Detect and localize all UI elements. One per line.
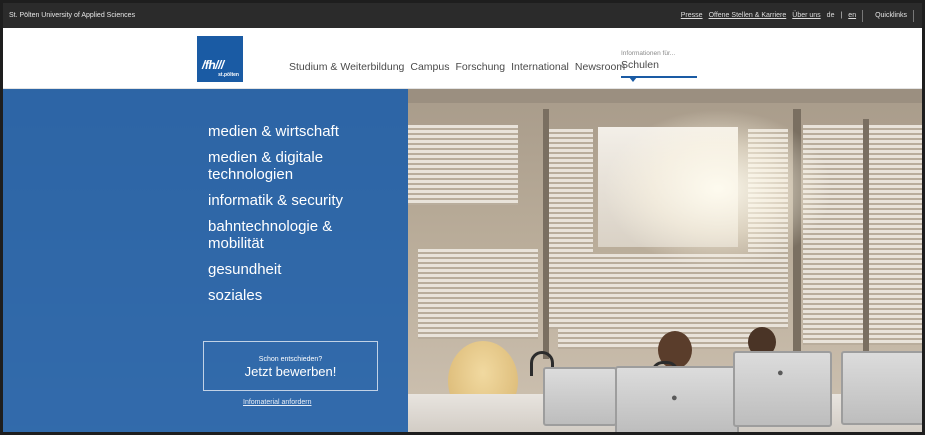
apply-button[interactable]: Schon entschieden? Jetzt bewerben! <box>203 341 378 391</box>
apply-hint: Schon entschieden? <box>258 356 323 363</box>
menu-bahntechnologie-mobilitaet[interactable]: bahntechnologie & mobilität <box>208 218 388 252</box>
lang-de[interactable]: de <box>827 12 835 19</box>
faculty-menu: medien & wirtschaft medien & digitale te… <box>208 123 388 313</box>
menu-gesundheit[interactable]: gesundheit <box>208 261 388 278</box>
divider <box>862 9 864 22</box>
audience-selected[interactable]: Schulen <box>621 59 697 71</box>
menu-informatik-security[interactable]: informatik & security <box>208 192 388 209</box>
computer-monitor: ● <box>615 366 739 432</box>
computer-monitor <box>841 351 922 425</box>
lang-separator: | <box>840 12 843 19</box>
audience-selector[interactable]: Informationen für... Schulen <box>621 50 697 82</box>
nav-international[interactable]: International <box>511 61 569 73</box>
careers-link[interactable]: Offene Stellen & Karriere <box>709 12 787 19</box>
apple-logo-icon: ● <box>671 392 678 404</box>
menu-medien-wirtschaft[interactable]: medien & wirtschaft <box>208 123 388 140</box>
nav-studium[interactable]: Studium & Weiterbildung <box>289 61 404 73</box>
hero-section: ● ● medien & wirtschaft medien & digital… <box>3 89 922 432</box>
utility-links: Presse Offene Stellen & Karriere Über un… <box>681 3 914 28</box>
nav-newsroom[interactable]: Newsroom <box>575 61 625 73</box>
lang-en[interactable]: en <box>848 12 856 19</box>
audience-hint: Informationen für... <box>621 50 676 57</box>
ceiling <box>408 89 922 103</box>
logo-subtext: st.pölten <box>218 72 239 78</box>
window-blinds <box>418 249 538 339</box>
apply-label: Jetzt bewerben! <box>244 364 337 379</box>
computer-monitor: ● <box>733 351 832 427</box>
menu-soziales[interactable]: soziales <box>208 287 388 304</box>
window-frame <box>543 109 549 359</box>
fh-logo[interactable]: /fh/// st.pölten <box>197 36 243 82</box>
nav-campus[interactable]: Campus <box>410 61 449 73</box>
caret-down-icon <box>629 77 637 82</box>
infomaterial-link[interactable]: Infomaterial anfordern <box>243 399 311 406</box>
logo-mark: /fh/// <box>202 58 224 72</box>
main-header: /fh/// st.pölten Studium & Weiterbildung… <box>3 28 922 89</box>
window-frame <box>863 119 869 369</box>
sunlight-glow <box>603 109 833 269</box>
about-link[interactable]: Über uns <box>792 12 820 19</box>
window-blinds <box>408 125 518 205</box>
utility-bar: St. Pölten University of Applied Science… <box>3 3 922 28</box>
computer-monitor <box>543 367 617 426</box>
menu-medien-digitale-technologien[interactable]: medien & digitale technologien <box>208 149 388 183</box>
university-name: St. Pölten University of Applied Science… <box>9 12 136 19</box>
presse-link[interactable]: Presse <box>681 12 703 19</box>
divider <box>913 9 914 22</box>
browser-frame: St. Pölten University of Applied Science… <box>0 0 925 435</box>
nav-forschung[interactable]: Forschung <box>455 61 505 73</box>
apple-logo-icon: ● <box>777 367 784 379</box>
quicklinks-button[interactable]: Quicklinks <box>869 12 907 19</box>
main-nav: Studium & Weiterbildung Campus Forschung… <box>289 61 625 73</box>
